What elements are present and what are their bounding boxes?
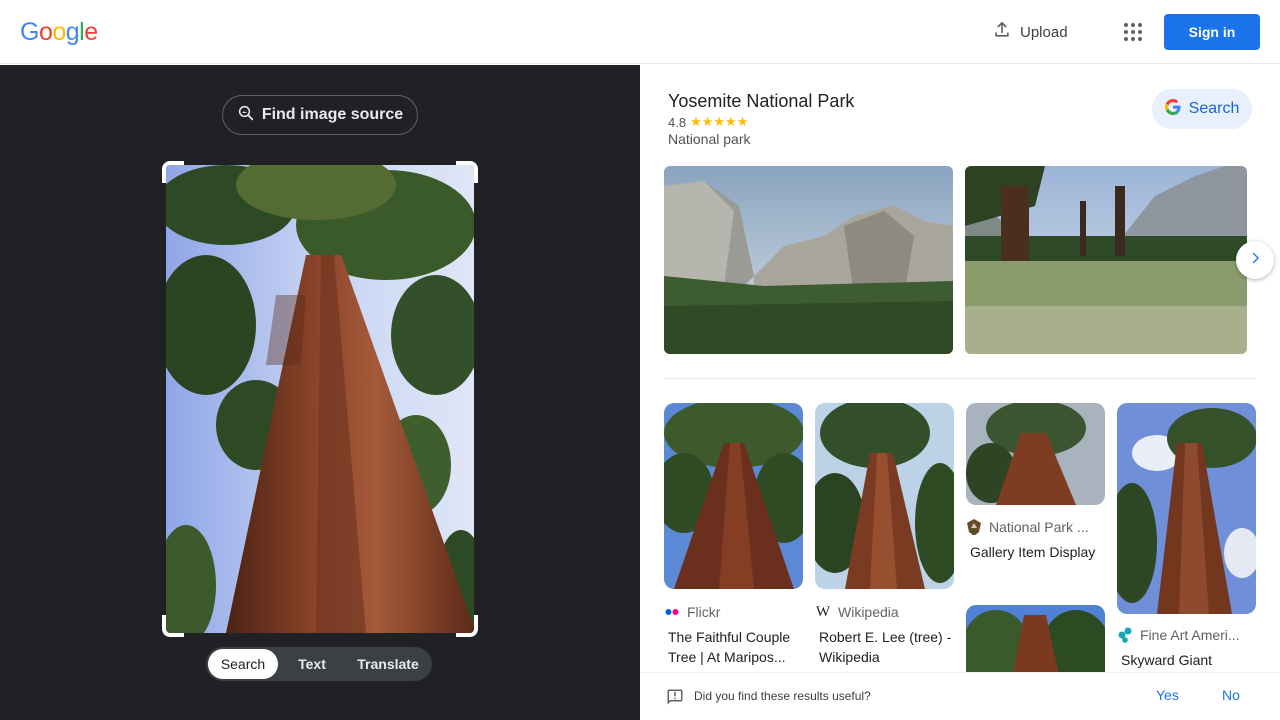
result-thumbnail[interactable] (1117, 403, 1256, 614)
lens-mode-tabs: Search Text Translate (206, 647, 432, 681)
result-card[interactable]: National Park ... Gallery Item Display (966, 403, 1105, 582)
knowledge-image-valley[interactable] (664, 166, 953, 354)
google-logo[interactable]: Google (20, 18, 98, 47)
result-title[interactable]: Gallery Item Display (966, 542, 1105, 582)
result-title[interactable]: Robert E. Lee (tree) - Wikipedia (815, 627, 954, 667)
result-thumbnail[interactable] (966, 403, 1105, 505)
result-thumbnail[interactable] (815, 403, 954, 589)
result-source: National Park ... (966, 519, 1105, 535)
top-header: Google Upload Sign in (0, 0, 1280, 64)
result-title[interactable]: Skyward Giant (1117, 650, 1256, 670)
find-image-source-label: Find image source (261, 106, 404, 123)
flickr-icon (664, 604, 680, 620)
google-search-label: Search (1188, 100, 1240, 117)
query-image-panel: Find image source Search Text Translate (0, 65, 640, 720)
chevron-right-icon (1247, 250, 1263, 271)
crop-selection[interactable] (162, 161, 478, 637)
crop-handle-top-left[interactable] (162, 161, 184, 183)
rating: 4.8 ★★★★★ (668, 114, 748, 130)
sign-in-button[interactable]: Sign in (1164, 14, 1260, 50)
result-card[interactable]: W Wikipedia Robert E. Lee (tree) - Wikip… (815, 403, 954, 667)
apps-grid-icon[interactable] (1120, 20, 1144, 44)
google-g-icon (1164, 98, 1181, 120)
section-divider (664, 378, 1256, 379)
find-image-source-button[interactable]: Find image source (222, 95, 418, 135)
nps-arrowhead-icon (966, 519, 982, 535)
feedback-question: Did you find these results useful? (694, 689, 871, 703)
knowledge-panel-type: National park (668, 131, 751, 147)
result-source: Flickr (664, 604, 803, 620)
feedback-icon (666, 688, 684, 711)
feedback-no-button[interactable]: No (1222, 687, 1240, 703)
result-source: W Wikipedia (815, 604, 899, 620)
feedback-bar: Did you find these results useful? Yes N… (640, 672, 1280, 720)
result-card[interactable]: Fine Art Ameri... Skyward Giant (1117, 403, 1256, 670)
fine-art-america-icon (1117, 627, 1133, 643)
tab-text[interactable]: Text (278, 649, 346, 679)
image-search-icon (237, 104, 255, 127)
crop-handle-top-right[interactable] (456, 161, 478, 183)
upload-icon (992, 20, 1012, 44)
upload-button[interactable]: Upload (992, 20, 1068, 44)
knowledge-panel-title[interactable]: Yosemite National Park (668, 91, 854, 112)
google-search-button[interactable]: Search (1152, 89, 1252, 129)
crop-handle-bottom-right[interactable] (456, 615, 478, 637)
result-source: Fine Art Ameri... (1117, 627, 1256, 643)
query-image (166, 165, 474, 633)
crop-handle-bottom-left[interactable] (162, 615, 184, 637)
next-images-button[interactable] (1236, 241, 1274, 279)
wikipedia-icon: W (815, 604, 831, 620)
tab-translate[interactable]: Translate (346, 649, 430, 679)
result-card[interactable]: Flickr The Faithful Couple Tree | At Mar… (664, 403, 803, 667)
feedback-yes-button[interactable]: Yes (1156, 687, 1179, 703)
result-title[interactable]: The Faithful Couple Tree | At Maripos... (664, 627, 803, 667)
tab-search[interactable]: Search (208, 649, 278, 679)
result-thumbnail[interactable] (664, 403, 803, 589)
star-rating-icon: ★★★★★ (690, 114, 749, 129)
results-panel: Yosemite National Park 4.8 ★★★★★ Nationa… (640, 65, 1280, 720)
knowledge-image-meadow[interactable] (965, 166, 1247, 354)
upload-label: Upload (1020, 23, 1068, 41)
rating-value: 4.8 (668, 114, 687, 130)
